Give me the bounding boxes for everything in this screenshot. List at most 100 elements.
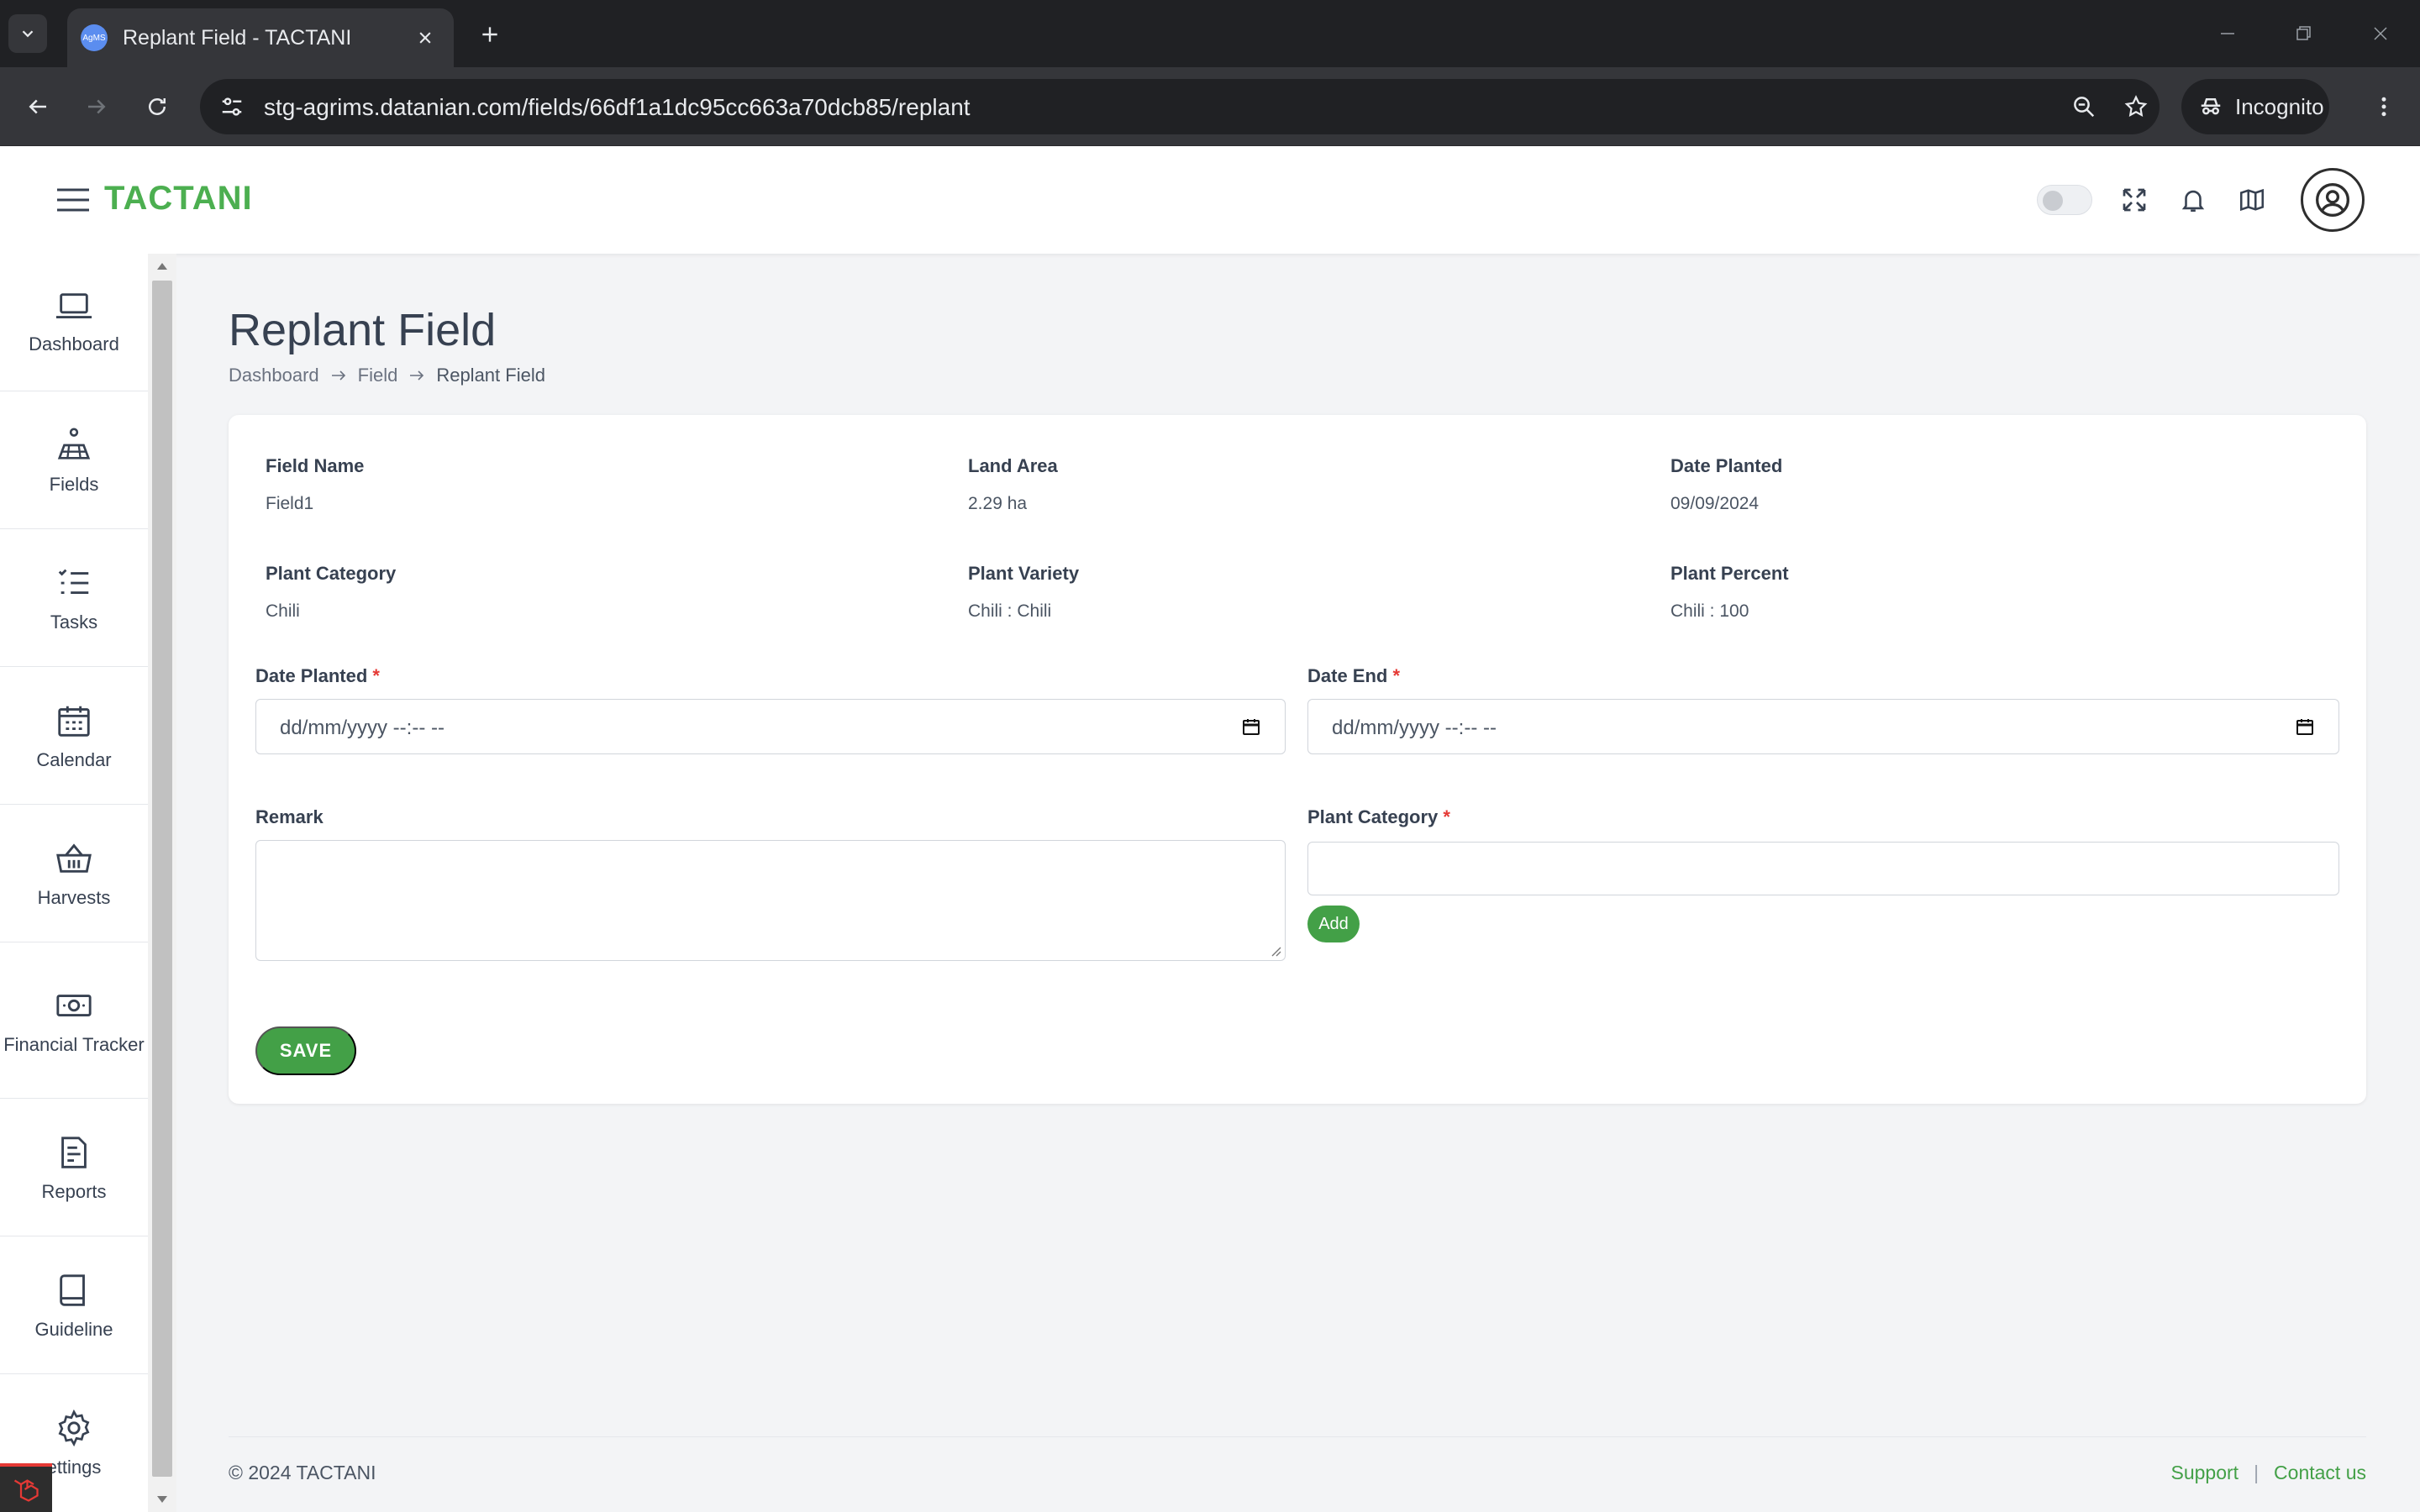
required-asterisk: * bbox=[1392, 665, 1401, 686]
bookmark-button[interactable] bbox=[2119, 90, 2153, 123]
forward-button[interactable] bbox=[76, 86, 118, 128]
breadcrumb-current: Replant Field bbox=[436, 365, 545, 386]
plant-variety-label: Plant Variety bbox=[968, 563, 1080, 584]
browser-tab-bar: AgMS Replant Field - TACTANI bbox=[0, 0, 2420, 67]
add-plant-category-button[interactable]: Add bbox=[1307, 906, 1360, 942]
incognito-badge[interactable]: Incognito bbox=[2181, 79, 2329, 134]
tab-close-button[interactable] bbox=[410, 23, 440, 53]
close-window-button[interactable] bbox=[2351, 8, 2410, 59]
zoom-button[interactable] bbox=[2067, 90, 2101, 123]
restore-button[interactable] bbox=[2274, 8, 2333, 59]
notifications-button[interactable] bbox=[2175, 181, 2212, 218]
breadcrumb-dashboard[interactable]: Dashboard bbox=[229, 365, 319, 386]
address-bar[interactable]: stg-agrims.datanian.com/fields/66df1a1dc… bbox=[200, 79, 2160, 134]
map-icon bbox=[2239, 188, 2265, 212]
tab-search-button[interactable] bbox=[8, 14, 47, 53]
date-planted-info-value: 09/09/2024 bbox=[1670, 494, 1760, 513]
tasks-icon bbox=[58, 569, 89, 594]
land-area-label: Land Area bbox=[968, 455, 1058, 476]
sidebar-item-dashboard[interactable]: Dashboard bbox=[0, 254, 148, 391]
breadcrumb-field[interactable]: Field bbox=[358, 365, 398, 386]
back-button[interactable] bbox=[17, 86, 59, 128]
toggle-knob bbox=[2043, 191, 2063, 211]
browser-menu-button[interactable] bbox=[2363, 86, 2405, 128]
calendar-picker-icon[interactable] bbox=[1241, 717, 1261, 737]
remark-label: Remark bbox=[255, 806, 324, 827]
sidebar-item-harvests[interactable]: Harvests bbox=[0, 805, 148, 942]
sidebar-item-label: Guideline bbox=[34, 1318, 113, 1340]
sidebar-item-calendar[interactable]: Calendar bbox=[0, 667, 148, 805]
scroll-down-button[interactable] bbox=[148, 1487, 176, 1512]
minimize-button[interactable] bbox=[2198, 8, 2257, 59]
incognito-label: Incognito bbox=[2235, 93, 2324, 119]
copyright-text: © 2024 TACTANI bbox=[229, 1462, 376, 1483]
date-end-input[interactable]: dd/mm/yyyy --:-- -- bbox=[1307, 699, 2339, 754]
chevron-down-icon bbox=[22, 30, 34, 38]
required-asterisk: * bbox=[372, 665, 380, 686]
field-name-label: Field Name bbox=[266, 455, 365, 476]
scroll-up-button[interactable] bbox=[148, 254, 176, 279]
support-link[interactable]: Support bbox=[2171, 1462, 2239, 1484]
calendar-icon bbox=[58, 706, 90, 737]
date-end-label-text: Date End bbox=[1307, 665, 1388, 686]
date-end-label: Date End * bbox=[1307, 665, 1400, 687]
more-vert-icon bbox=[2381, 97, 2386, 117]
report-icon bbox=[61, 1136, 87, 1168]
reload-icon bbox=[149, 98, 166, 115]
date-planted-input[interactable]: dd/mm/yyyy --:-- -- bbox=[255, 699, 1286, 754]
scroll-thumb[interactable] bbox=[152, 281, 172, 1477]
arrow-right-icon bbox=[88, 99, 106, 114]
contact-link[interactable]: Contact us bbox=[2274, 1462, 2366, 1484]
sidebar-item-fields[interactable]: Fields bbox=[0, 391, 148, 529]
sidebar-item-guideline[interactable]: Guideline bbox=[0, 1236, 148, 1374]
date-planted-label: Date Planted * bbox=[255, 665, 380, 687]
sidebar: Dashboard Fields Tasks Calendar Harvests… bbox=[0, 254, 148, 1512]
sidebar-item-label: Tasks bbox=[50, 611, 98, 633]
calendar-picker-icon[interactable] bbox=[2295, 717, 2315, 737]
field-name-value: Field1 bbox=[266, 494, 314, 513]
plus-icon bbox=[482, 27, 497, 42]
save-button[interactable]: SAVE bbox=[255, 1026, 356, 1075]
reload-button[interactable] bbox=[136, 86, 178, 128]
money-icon bbox=[56, 994, 92, 1016]
plant-category-label-text: Plant Category bbox=[1307, 806, 1439, 827]
land-area-value: 2.29 ha bbox=[968, 494, 1028, 513]
sidebar-item-label: Calendar bbox=[36, 748, 112, 770]
sidebar-item-label: Harvests bbox=[37, 886, 111, 908]
plant-variety-value: Chili : Chili bbox=[968, 601, 1052, 621]
restore-icon bbox=[2296, 26, 2311, 40]
sidebar-item-label: Financial Tracker bbox=[3, 1033, 145, 1055]
gear-icon bbox=[58, 1409, 90, 1447]
star-icon bbox=[2124, 95, 2148, 117]
sidebar-scrollbar[interactable] bbox=[148, 254, 176, 1512]
footer-links: Support | Contact us bbox=[2171, 1462, 2367, 1484]
date-planted-label-text: Date Planted bbox=[255, 665, 368, 686]
plant-category-label: Plant Category * bbox=[1307, 806, 1450, 828]
plant-category-input[interactable] bbox=[1307, 842, 2339, 895]
footer-separator: | bbox=[2254, 1462, 2260, 1483]
fullscreen-button[interactable] bbox=[2116, 181, 2153, 218]
zoom-out-icon bbox=[2074, 97, 2095, 118]
site-info-button[interactable] bbox=[215, 90, 249, 123]
tune-icon bbox=[222, 97, 242, 116]
map-button[interactable] bbox=[2233, 181, 2270, 218]
favicon-icon: AgMS bbox=[81, 24, 108, 51]
browser-toolbar: stg-agrims.datanian.com/fields/66df1a1dc… bbox=[0, 67, 2420, 146]
replant-form-card bbox=[229, 415, 2366, 1104]
menu-toggle-button[interactable] bbox=[55, 183, 91, 217]
resize-handle-icon[interactable] bbox=[1269, 944, 1282, 958]
sidebar-item-financial-tracker[interactable]: Financial Tracker bbox=[0, 942, 148, 1099]
minimize-icon bbox=[2221, 33, 2234, 34]
date-planted-placeholder: dd/mm/yyyy --:-- -- bbox=[280, 717, 445, 739]
user-profile-button[interactable] bbox=[2301, 168, 2365, 232]
theme-toggle[interactable] bbox=[2037, 185, 2092, 215]
new-tab-button[interactable] bbox=[471, 15, 509, 54]
remark-textarea[interactable] bbox=[255, 840, 1286, 961]
sidebar-item-reports[interactable]: Reports bbox=[0, 1099, 148, 1236]
brand-logo[interactable]: TACTANI bbox=[104, 180, 253, 218]
user-avatar-icon bbox=[2316, 183, 2349, 217]
browser-tab-active[interactable]: AgMS Replant Field - TACTANI bbox=[67, 8, 454, 67]
debugbar-toggle[interactable] bbox=[0, 1463, 52, 1512]
sidebar-item-tasks[interactable]: Tasks bbox=[0, 529, 148, 667]
arrow-right-icon bbox=[331, 370, 345, 381]
